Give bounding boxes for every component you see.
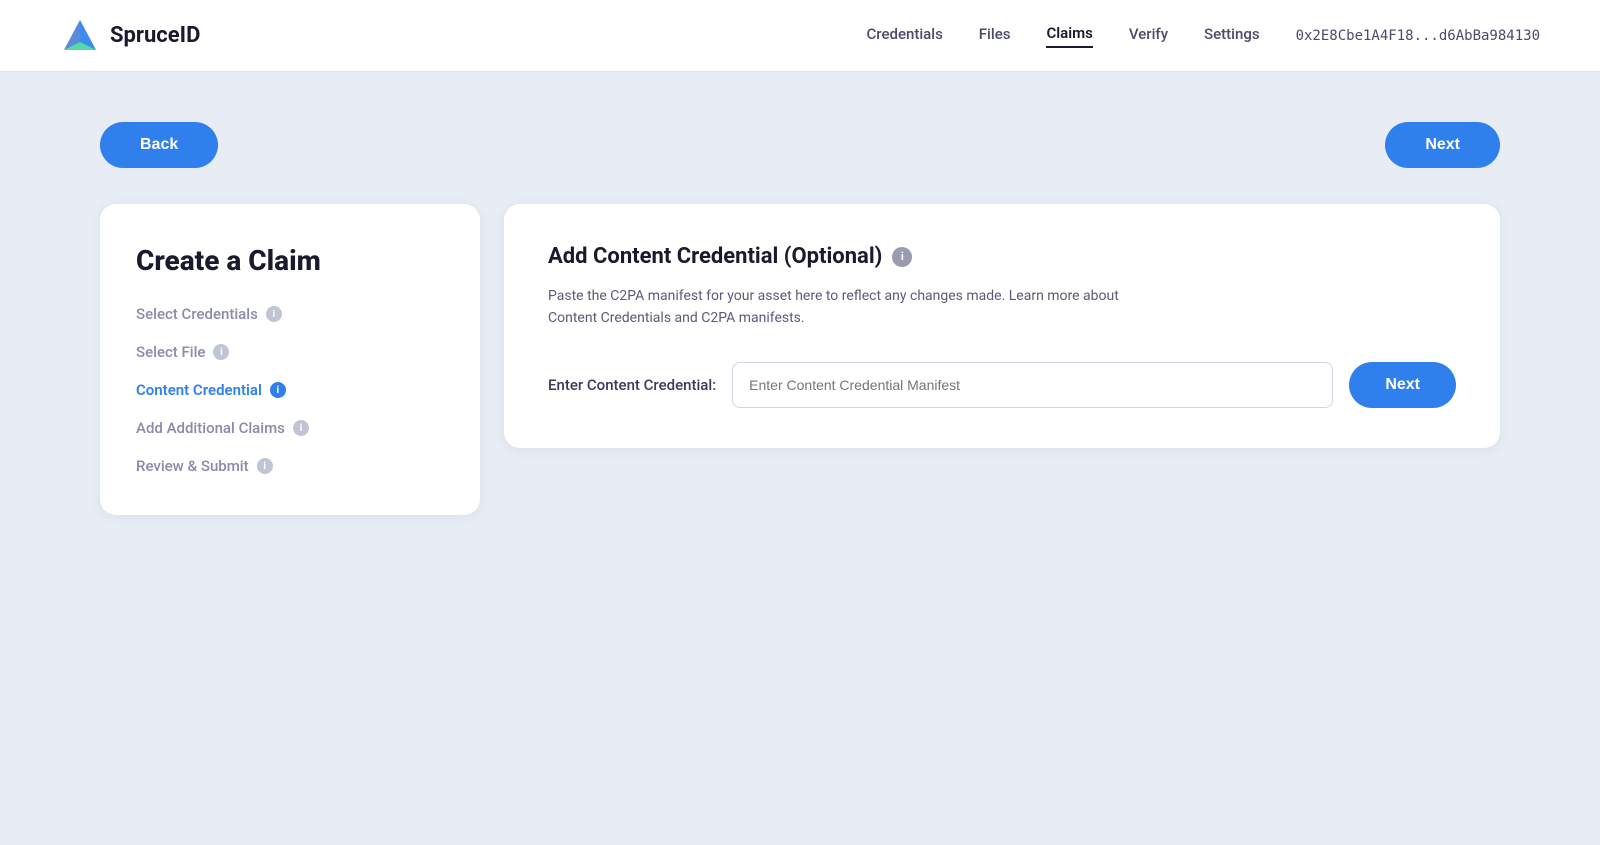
main-content: Back Next Create a Claim Select Credenti… xyxy=(0,72,1600,845)
form-row: Enter Content Credential: Next xyxy=(548,362,1456,408)
header: SpruceID Credentials Files Claims Verify… xyxy=(0,0,1600,72)
logo-text: SpruceID xyxy=(110,23,200,48)
left-card: Create a Claim Select Credentials i Sele… xyxy=(100,204,480,515)
step-review-submit: Review & Submit i xyxy=(136,457,444,475)
step-list: Select Credentials i Select File i Conte… xyxy=(136,305,444,475)
info-icon-content-credential: i xyxy=(270,382,286,398)
info-icon-review: i xyxy=(257,458,273,474)
step-label: Select File xyxy=(136,343,205,361)
step-select-file: Select File i xyxy=(136,343,444,361)
step-add-additional-claims: Add Additional Claims i xyxy=(136,419,444,437)
cards-row: Create a Claim Select Credentials i Sele… xyxy=(100,204,1500,515)
left-card-title: Create a Claim xyxy=(136,244,444,277)
info-icon-title: i xyxy=(892,247,912,267)
step-select-credentials: Select Credentials i xyxy=(136,305,444,323)
nav-claims[interactable]: Claims xyxy=(1046,24,1092,48)
nav-credentials[interactable]: Credentials xyxy=(867,25,943,47)
content-credential-input[interactable] xyxy=(732,362,1333,408)
main-nav: Credentials Files Claims Verify Settings… xyxy=(867,24,1540,48)
nav-files[interactable]: Files xyxy=(979,25,1011,47)
step-label: Content Credential xyxy=(136,381,262,399)
right-card-title-row: Add Content Credential (Optional) i xyxy=(548,244,1456,269)
right-card-description: Paste the C2PA manifest for your asset h… xyxy=(548,285,1168,330)
info-icon-credentials: i xyxy=(266,306,282,322)
info-icon-additional-claims: i xyxy=(293,420,309,436)
next-button-top[interactable]: Next xyxy=(1385,122,1500,168)
logo: SpruceID xyxy=(60,16,200,56)
right-card: Add Content Credential (Optional) i Past… xyxy=(504,204,1500,448)
back-button[interactable]: Back xyxy=(100,122,218,168)
nav-verify[interactable]: Verify xyxy=(1129,25,1168,47)
top-actions: Back Next xyxy=(100,122,1500,168)
logo-icon xyxy=(60,16,100,56)
step-label: Add Additional Claims xyxy=(136,419,285,437)
nav-settings[interactable]: Settings xyxy=(1204,25,1260,47)
next-button-inline[interactable]: Next xyxy=(1349,362,1456,408)
info-icon-file: i xyxy=(213,344,229,360)
form-label: Enter Content Credential: xyxy=(548,376,716,394)
wallet-address: 0x2E8Cbe1A4F18...d6AbBa984130 xyxy=(1296,28,1540,44)
right-card-title: Add Content Credential (Optional) xyxy=(548,244,882,269)
step-content-credential: Content Credential i xyxy=(136,381,444,399)
step-label: Select Credentials xyxy=(136,305,258,323)
step-label: Review & Submit xyxy=(136,457,249,475)
